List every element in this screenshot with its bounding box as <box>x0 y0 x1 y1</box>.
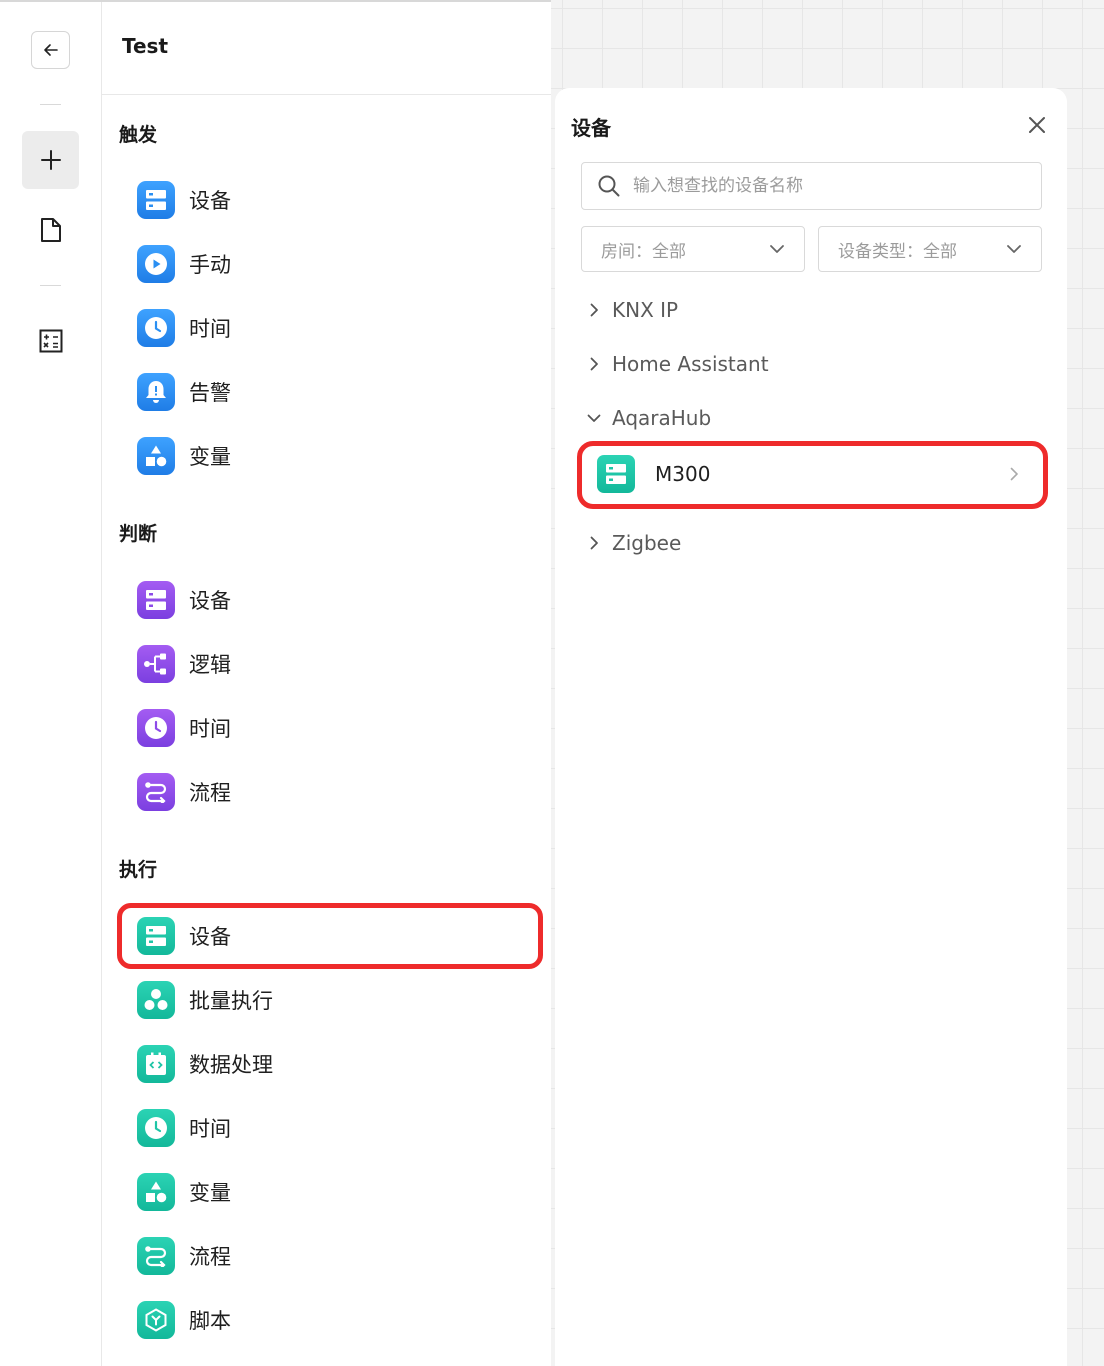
group-label: KNX IP <box>612 298 679 322</box>
add-node-button[interactable] <box>22 131 79 189</box>
top-border <box>0 0 551 2</box>
node-label: 时间 <box>189 1117 231 1141</box>
action-variable-item[interactable]: 变量 <box>126 1166 530 1218</box>
trigger-variable-item[interactable]: 变量 <box>126 430 530 482</box>
node-label: 批量执行 <box>189 989 273 1013</box>
condition-device-item[interactable]: 设备 <box>126 574 530 626</box>
group-aqarahub[interactable]: AqaraHub <box>585 401 711 435</box>
trigger-device-item[interactable]: 设备 <box>126 174 530 226</box>
node-label: 流程 <box>189 781 231 805</box>
calculator-button[interactable] <box>31 321 71 361</box>
node-label: 设备 <box>189 589 231 613</box>
highlight-m300 <box>577 441 1048 509</box>
left-toolbar <box>0 0 102 1366</box>
node-label: 脚本 <box>189 1309 231 1333</box>
section-title-condition: 判断 <box>119 523 158 545</box>
group-label: Zigbee <box>612 531 682 555</box>
room-select[interactable]: 房间：全部 <box>581 226 805 272</box>
node-label: 时间 <box>189 717 231 741</box>
toolbar-divider <box>40 285 61 286</box>
section-title-trigger: 触发 <box>119 124 158 146</box>
device-type-select[interactable]: 设备类型：全部 <box>818 226 1042 272</box>
node-label: 流程 <box>189 1245 231 1269</box>
group-zigbee[interactable]: Zigbee <box>585 526 681 560</box>
action-time-item[interactable]: 时间 <box>126 1102 530 1154</box>
node-label: 数据处理 <box>189 1053 273 1077</box>
node-label: 告警 <box>189 381 231 405</box>
toolbar-divider <box>40 104 61 105</box>
bell-icon <box>137 373 175 411</box>
group-home-assistant[interactable]: Home Assistant <box>585 347 769 381</box>
device-search <box>581 162 1042 210</box>
action-batch-item[interactable]: 批量执行 <box>126 974 530 1026</box>
search-icon <box>598 175 620 197</box>
room-select-value: 房间：全部 <box>601 241 686 262</box>
flow-icon <box>137 1237 175 1275</box>
chevron-right-icon <box>590 303 598 317</box>
condition-flow-item[interactable]: 流程 <box>126 766 530 818</box>
close-icon <box>1029 117 1045 133</box>
script-icon <box>137 1301 175 1339</box>
chevron-down-icon <box>770 245 784 253</box>
device-drawer: 设备 房间：全部 设备类型：全部 KNX IP Home Assistant A… <box>555 88 1067 1366</box>
chevron-right-icon <box>590 536 598 550</box>
chevron-down-icon <box>587 414 601 422</box>
group-knx-ip[interactable]: KNX IP <box>585 293 678 327</box>
node-label: 时间 <box>189 317 231 341</box>
device-icon <box>137 581 175 619</box>
calculator-icon <box>39 329 63 353</box>
condition-time-item[interactable]: 时间 <box>126 702 530 754</box>
action-flow-item[interactable]: 流程 <box>126 1230 530 1282</box>
trigger-manual-item[interactable]: 手动 <box>126 238 530 290</box>
flow-icon <box>137 773 175 811</box>
node-label: 设备 <box>189 189 231 213</box>
plus-icon <box>40 150 61 170</box>
trigger-alarm-item[interactable]: 告警 <box>126 366 530 418</box>
node-panel-header: Test <box>102 0 551 95</box>
arrow-left-icon <box>43 44 58 56</box>
node-label: 变量 <box>189 445 231 469</box>
section-title-action: 执行 <box>119 859 158 881</box>
node-label: 手动 <box>189 253 231 277</box>
highlight-action-device <box>117 903 543 969</box>
trigger-time-item[interactable]: 时间 <box>126 302 530 354</box>
shapes-icon <box>137 1173 175 1211</box>
chevron-right-icon <box>590 357 598 371</box>
clock-icon <box>137 309 175 347</box>
device-icon <box>137 181 175 219</box>
action-data-process-item[interactable]: 数据处理 <box>126 1038 530 1090</box>
clock-icon <box>137 709 175 747</box>
close-button[interactable] <box>1025 113 1049 137</box>
code-icon <box>137 1045 175 1083</box>
search-input[interactable] <box>633 176 1033 196</box>
back-button[interactable] <box>31 31 70 69</box>
branch-icon <box>137 645 175 683</box>
action-script-item[interactable]: 脚本 <box>126 1294 530 1346</box>
batch-icon <box>137 981 175 1019</box>
drawer-title: 设备 <box>571 116 611 140</box>
chevron-down-icon <box>1007 245 1021 253</box>
node-panel: Test 触发 设备 手动 时间 告警 变量 判断 设备 逻辑 时间 流程 执行… <box>102 0 551 1366</box>
group-label: AqaraHub <box>612 406 712 430</box>
shapes-icon <box>137 437 175 475</box>
flow-title: Test <box>122 34 169 58</box>
condition-logic-item[interactable]: 逻辑 <box>126 638 530 690</box>
node-label: 逻辑 <box>189 653 231 677</box>
device-type-select-value: 设备类型：全部 <box>838 241 957 262</box>
document-button[interactable] <box>31 210 71 250</box>
play-icon <box>137 245 175 283</box>
document-icon <box>41 218 61 242</box>
node-label: 变量 <box>189 1181 231 1205</box>
group-label: Home Assistant <box>612 352 769 376</box>
clock-icon <box>137 1109 175 1147</box>
